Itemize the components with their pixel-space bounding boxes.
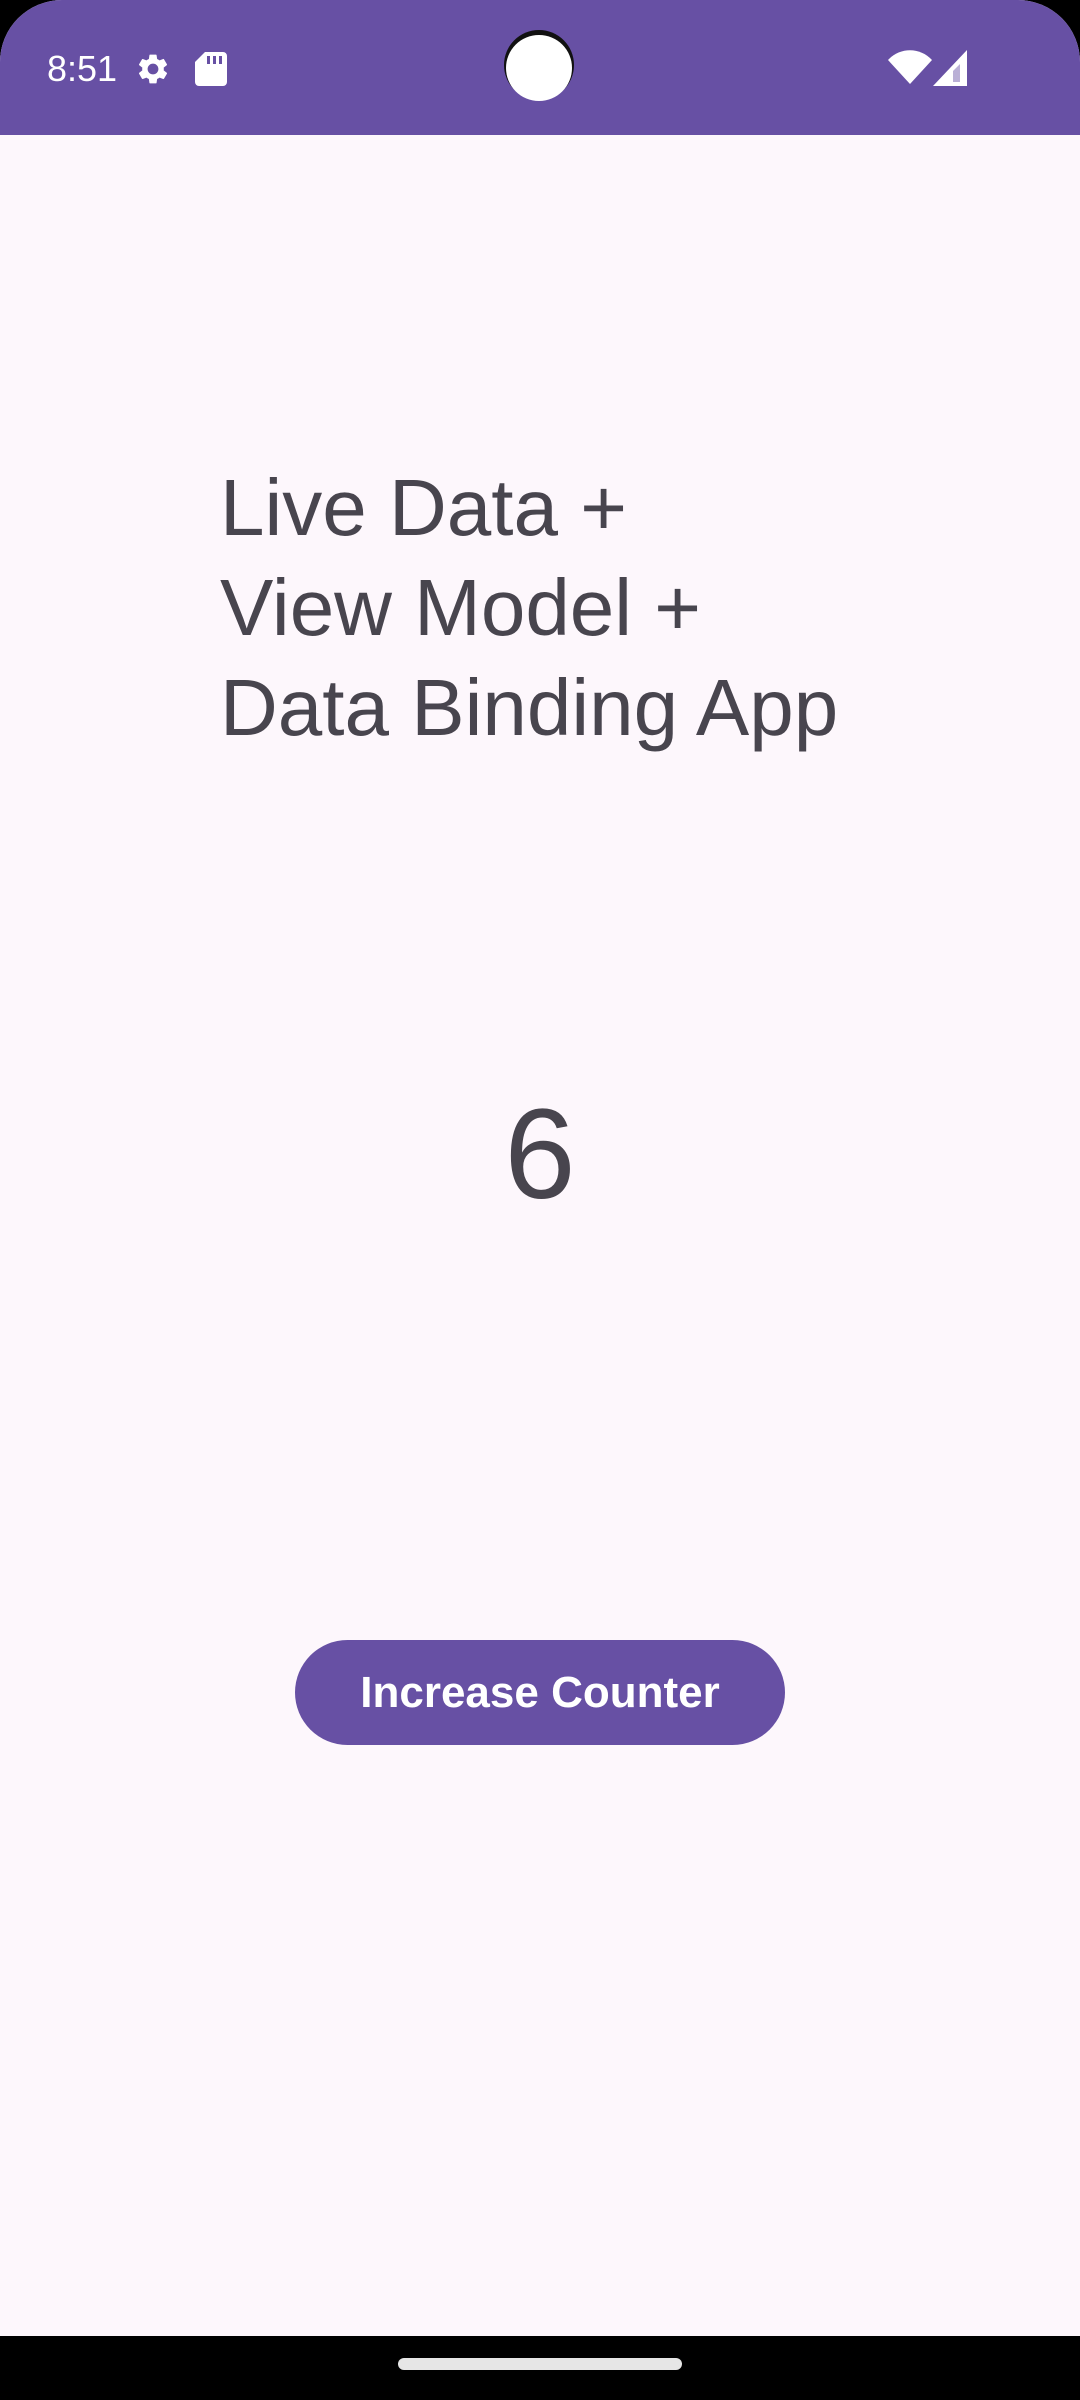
page-title: Live Data + View Model + Data Binding Ap… [220, 463, 839, 752]
counter-value: 6 [504, 1083, 576, 1226]
status-time: 8:51 [47, 48, 118, 89]
cellular-signal-icon [933, 50, 967, 86]
increase-counter-button[interactable]: Increase Counter [295, 1640, 785, 1745]
gear-icon [138, 54, 168, 84]
wifi-icon [888, 50, 932, 84]
front-camera-cutout [506, 35, 572, 101]
navigation-bar [0, 2336, 1080, 2400]
status-bar: 8:51 [0, 0, 1080, 135]
sd-card-icon [195, 52, 227, 86]
app-screen: 8:51 Live Data + View Model + Data Bindi… [0, 0, 1080, 2400]
home-gesture-handle[interactable] [398, 2358, 682, 2370]
